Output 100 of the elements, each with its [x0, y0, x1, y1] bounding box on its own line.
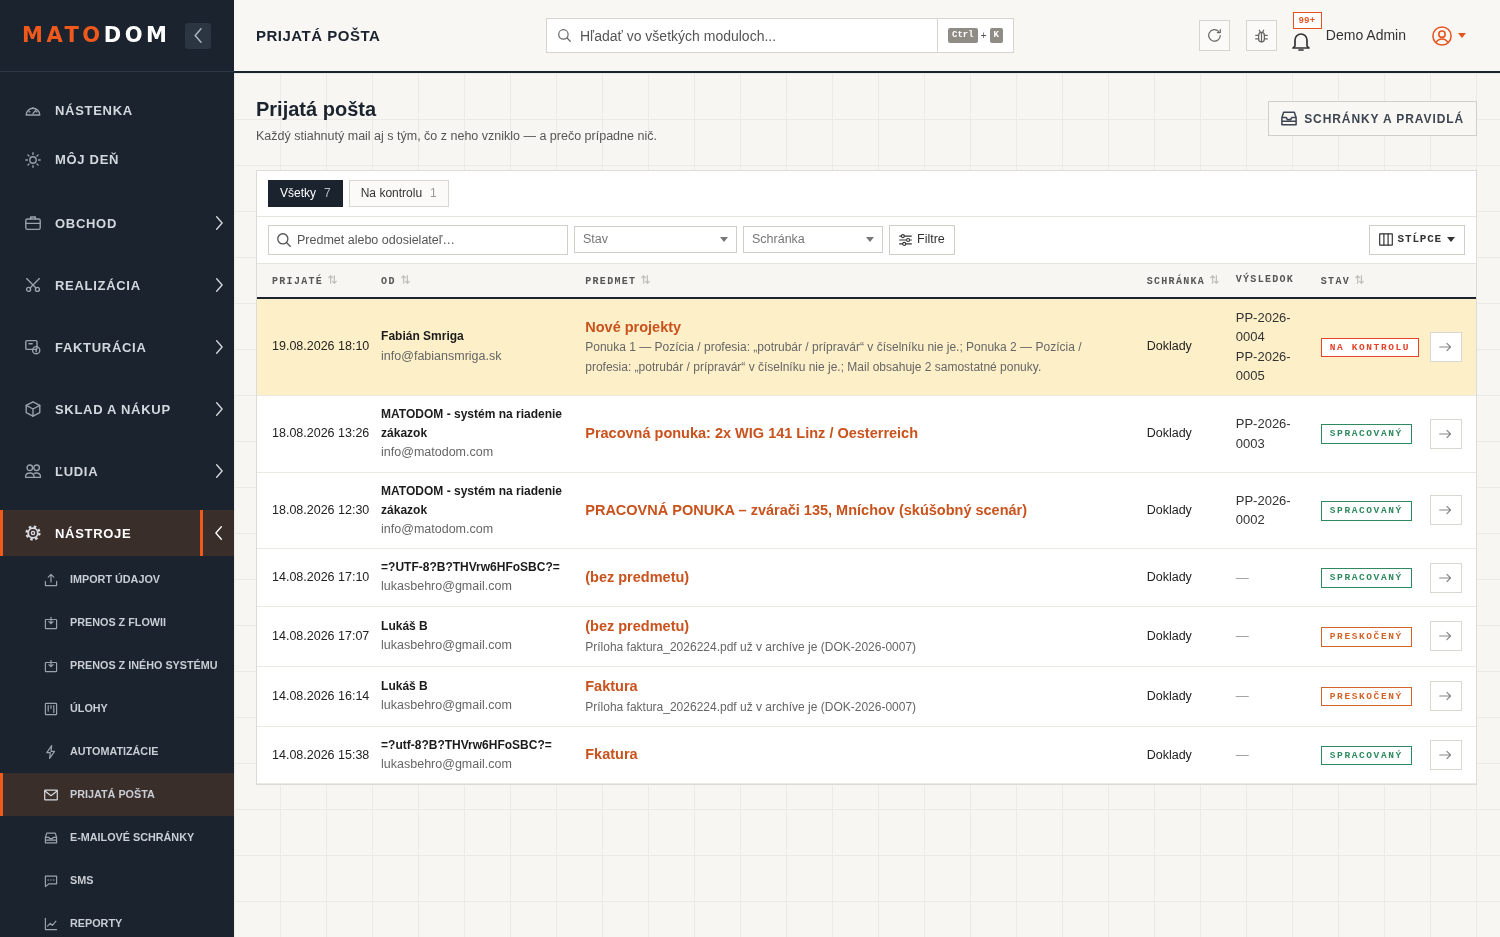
open-button[interactable] — [1429, 681, 1462, 712]
arrow-right-icon — [1439, 572, 1453, 583]
sender-email: lukasbehro@gmail.com — [381, 637, 513, 655]
upload-icon — [44, 572, 58, 587]
mail-row[interactable]: 18.08.2026 13:26 MATODOM - systém na riadenie zákazok info@matodom.com Pracovná ponuka: 2x WIG 141 Linz / Oesterreich Doklady PP-2026-0003 SPRACOVANÝ — [257, 395, 1476, 472]
mailbox-select[interactable]: Schránka — [743, 226, 883, 254]
page-title: Prijatá pošta — [256, 98, 378, 121]
sender-name: Lukáš B — [381, 677, 429, 695]
column-header[interactable]: PREDMET — [570, 263, 1132, 298]
status-badge: SPRACOVANÝ — [1320, 568, 1412, 588]
bug-button[interactable] — [1245, 20, 1277, 51]
nav-subitem[interactable]: REPORTY — [0, 902, 234, 937]
arrow-right-icon — [1439, 341, 1453, 352]
filter-tab[interactable]: Všetky 7 — [268, 179, 343, 207]
mailbox-cell: Doklady — [1131, 726, 1221, 784]
subject-link[interactable]: PRACOVNÁ PONUKA – zvárači 135, Mníchov (skúšobný scenár) — [585, 499, 1124, 522]
open-button[interactable] — [1429, 331, 1462, 362]
filter-tab[interactable]: Na kontrolu 1 — [348, 179, 449, 207]
filters-button[interactable]: Filtre — [889, 224, 955, 255]
subject-link[interactable]: (bez predmetu) — [585, 566, 1124, 589]
mail-row[interactable] — [257, 297, 1476, 396]
mailbox-cell: Doklady — [1131, 548, 1221, 607]
nav-item[interactable]: NÁSTENKA — [0, 86, 234, 135]
nav-group[interactable]: ĽUDIA — [0, 448, 234, 494]
chevron-left-icon — [214, 526, 223, 540]
sender-name: =?UTF-8?B?THVrw6HFoSBC?= — [381, 559, 561, 577]
nav-group[interactable]: REALIZÁCIA — [0, 262, 234, 308]
status-badge: NA KONTROLU — [1320, 337, 1420, 357]
chevron-right-icon — [214, 464, 223, 478]
nav-subitem[interactable]: AUTOMATIZÁCIE — [0, 730, 234, 773]
column-header[interactable]: STAV — [1305, 263, 1420, 298]
open-button[interactable] — [1429, 418, 1462, 449]
columns-button[interactable]: STĹPCE — [1368, 224, 1465, 255]
nav-subitem[interactable]: PRIJATÁ POŠTA — [0, 773, 234, 816]
sender-name: =?utf-8?B?THVrw6HFoSBC?= — [381, 736, 553, 754]
received-cell: 14.08.2026 17:10 — [257, 548, 367, 607]
mailbox-cell: Doklady — [1131, 395, 1221, 472]
nav-group[interactable]: OBCHOD — [0, 200, 234, 246]
subject-link[interactable]: Nové projekty — [585, 316, 1124, 339]
sort-icon — [1210, 273, 1220, 285]
sender-name: MATODOM - systém na riadenie zákazok — [381, 405, 563, 442]
subject-link[interactable]: Fkatura — [585, 744, 1124, 766]
box-icon — [25, 401, 41, 417]
nav-group[interactable]: FAKTURÁCIA — [0, 324, 234, 370]
mailboxes-rules-button[interactable]: SCHRÁNKY A PRAVIDLÁ — [1268, 101, 1477, 136]
search-icon — [277, 232, 291, 247]
nav-group[interactable]: SKLAD A NÁKUP — [0, 386, 234, 432]
status-select[interactable]: Stav — [574, 226, 737, 254]
empty-result: — — [1235, 628, 1249, 644]
chevron-right-icon — [214, 402, 223, 416]
open-button[interactable] — [1429, 739, 1462, 770]
nav-group[interactable]: NÁSTROJE — [0, 510, 234, 556]
column-header: VÝSLEDOK — [1220, 263, 1306, 298]
column-header[interactable]: OD — [366, 263, 571, 298]
nav-subitem[interactable]: SMS — [0, 859, 234, 902]
mailbox-cell: Doklady — [1131, 297, 1221, 396]
received-cell: 19.08.2026 18:10 — [257, 297, 367, 396]
user-name: Demo Admin — [1325, 26, 1406, 45]
mail-row[interactable]: 18.08.2026 12:30 MATODOM - systém na riadenie zákazok info@matodom.com PRACOVNÁ PONUKA – zvárači 135, Mníchov (skúšobný scenár) Doklady PP-2026-0002 SPRACOVANÝ — [257, 472, 1476, 549]
chevron-right-icon — [214, 216, 223, 230]
subject-link[interactable]: (bez predmetu) — [585, 615, 1124, 638]
sender-name: Lukáš B — [381, 618, 429, 635]
received-cell: 14.08.2026 16:14 — [257, 666, 367, 727]
received-cell: 14.08.2026 17:07 — [257, 606, 367, 667]
sliders-icon — [899, 233, 912, 246]
open-button[interactable] — [1429, 621, 1462, 652]
subject-note: Ponuka 1 — Pozícia / profesia: „potrubár / prípravár“ v číselníku nie je.; Ponuka 2 — Pozícia / profesia: „potrubár / prípravár“ v číselníku nie je.; Mail obsahuje 2 samostatné ponuky. — [585, 339, 1083, 376]
caret-down-icon — [720, 237, 728, 243]
result-code: PP-2026-0003 — [1235, 415, 1292, 453]
envelope-icon — [44, 787, 58, 802]
sort-icon — [641, 273, 651, 285]
nav-subitem[interactable]: PRENOS Z FLOWII — [0, 601, 234, 644]
nav-subitem[interactable]: E-MAILOVÉ SCHRÁNKY — [0, 816, 234, 859]
subject-link[interactable]: Faktura — [585, 675, 1124, 698]
nav-item[interactable]: MÔJ DEŇ — [0, 135, 234, 184]
briefcase-icon — [25, 215, 41, 231]
nav-subitem[interactable]: ÚLOHY — [0, 687, 234, 730]
open-button[interactable] — [1429, 562, 1462, 593]
column-header[interactable]: SCHRÁNKA — [1131, 263, 1221, 298]
lightning-icon — [44, 744, 58, 759]
inbox-icon — [1281, 111, 1298, 126]
nav-subitem[interactable]: PRENOS Z INÉHO SYSTÉMU — [0, 644, 234, 687]
sender-email: info@fabiansmriga.sk — [381, 347, 503, 365]
empty-result: — — [1235, 747, 1249, 763]
tray-download-icon — [44, 615, 58, 630]
column-header[interactable]: PRIJATÉ — [257, 263, 367, 298]
subject-link[interactable]: Pracovná ponuka: 2x WIG 141 Linz / Oesterreich — [585, 422, 1124, 445]
result-code: PP-2026-0005 — [1235, 347, 1292, 386]
board-icon — [44, 701, 58, 716]
open-button[interactable] — [1429, 495, 1462, 526]
chevron-left-icon — [193, 28, 203, 43]
chevron-right-icon — [214, 278, 223, 292]
subject-search-field[interactable]: Predmet alebo odosielateľ… — [268, 224, 568, 255]
refresh-button[interactable] — [1198, 20, 1230, 51]
inbox-icon — [44, 830, 58, 845]
logo[interactable]: MATO DOM — [22, 25, 171, 46]
collapse-sidebar-button[interactable] — [185, 22, 211, 49]
notification-count-badge: 99+ — [1292, 11, 1322, 29]
nav-subitem[interactable]: IMPORT ÚDAJOV — [0, 558, 234, 601]
user-menu-button[interactable] — [1432, 25, 1466, 46]
